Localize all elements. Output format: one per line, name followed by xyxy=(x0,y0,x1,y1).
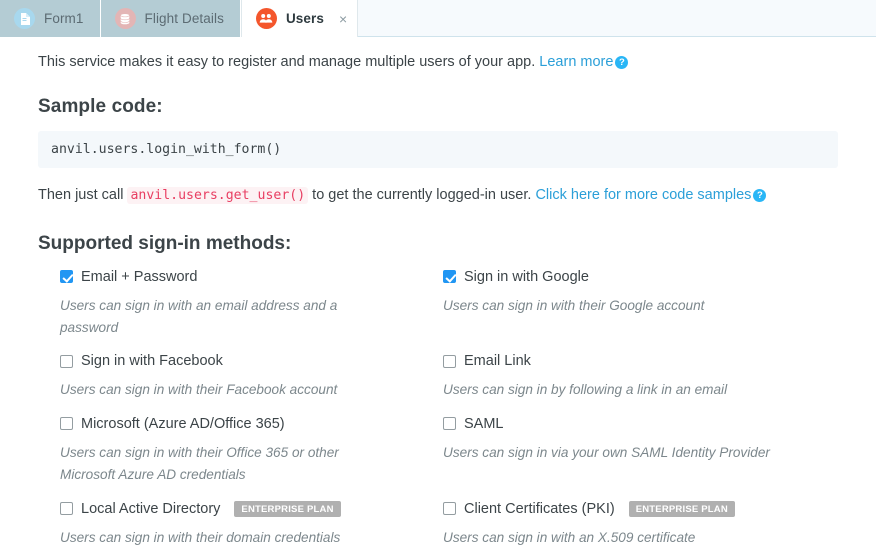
method-description: Users can sign in via your own SAML Iden… xyxy=(443,444,770,460)
then-prefix: Then just call xyxy=(38,186,124,203)
method-label: Local Active Directory xyxy=(81,500,221,517)
method-description: Users can sign in with an email address … xyxy=(60,297,338,335)
method-facebook: Sign in with Facebook Users can sign in … xyxy=(60,349,443,411)
method-header: Sign in with Google xyxy=(443,265,838,289)
method-label: Client Certificates (PKI) xyxy=(464,500,615,517)
help-icon[interactable]: ? xyxy=(615,56,629,70)
method-microsoft: Microsoft (Azure AD/Office 365) Users ca… xyxy=(60,412,443,497)
users-service-panel: This service makes it easy to register a… xyxy=(0,37,876,548)
tab-label: Users xyxy=(285,11,324,26)
inline-code-get-user: anvil.users.get_user() xyxy=(127,186,309,204)
intro-text: This service makes it easy to register a… xyxy=(38,52,838,74)
checkbox-email-password[interactable] xyxy=(60,270,73,283)
more-code-samples-link[interactable]: Click here for more code samples xyxy=(535,187,751,203)
method-label: Email Link xyxy=(464,353,531,370)
method-header: Email Link xyxy=(443,349,838,373)
method-description: Users can sign in with their domain cred… xyxy=(60,529,341,545)
method-description: Users can sign in with an X.509 certific… xyxy=(443,529,696,545)
method-description: Users can sign in with their Facebook ac… xyxy=(60,382,338,398)
tab-bar: Form1 Flight Details Users × xyxy=(0,0,876,37)
supported-methods-title: Supported sign-in methods: xyxy=(38,232,292,254)
help-icon[interactable]: ? xyxy=(753,189,767,202)
intro-sentence: This service makes it easy to register a… xyxy=(38,54,536,70)
checkbox-facebook[interactable] xyxy=(60,354,73,368)
users-icon xyxy=(255,8,277,29)
tab-label: Flight Details xyxy=(144,11,224,26)
method-description: Users can sign in by following a link in… xyxy=(443,382,728,398)
checkbox-saml[interactable] xyxy=(443,417,456,431)
method-email-password: Email + Password Users can sign in with … xyxy=(60,265,443,350)
tab-bar-filler xyxy=(358,0,876,36)
checkbox-client-certificates[interactable] xyxy=(443,502,456,516)
method-header: Local Active Directory Enterprise Plan xyxy=(60,497,443,521)
method-local-active-directory: Local Active Directory Enterprise Plan U… xyxy=(60,497,443,548)
method-description: Users can sign in with their Office 365 … xyxy=(60,444,339,483)
checkbox-local-active-directory[interactable] xyxy=(60,502,73,516)
tab-label: Form1 xyxy=(44,11,84,26)
sample-code-title: Sample code: xyxy=(38,95,163,117)
method-header: Microsoft (Azure AD/Office 365) xyxy=(60,412,443,436)
method-label: Sign in with Facebook xyxy=(81,353,223,370)
method-description: Users can sign in with their Google acco… xyxy=(443,297,705,313)
then-just-call-text: Then just call anvil.users.get_user() to… xyxy=(38,185,838,207)
learn-more-link[interactable]: Learn more xyxy=(539,54,613,70)
method-google: Sign in with Google Users can sign in wi… xyxy=(443,265,838,350)
then-middle: to get the currently logged-in user. xyxy=(312,186,532,203)
method-header: SAML xyxy=(443,412,838,436)
close-icon[interactable]: × xyxy=(339,12,347,26)
method-label: Sign in with Google xyxy=(464,268,589,285)
method-label: SAML xyxy=(464,415,504,432)
sign-in-methods-grid: Email + Password Users can sign in with … xyxy=(38,265,838,548)
method-label: Microsoft (Azure AD/Office 365) xyxy=(81,415,285,432)
document-icon xyxy=(14,8,35,29)
database-icon xyxy=(114,8,136,29)
sample-code-block: anvil.users.login_with_form() xyxy=(38,130,838,168)
tab-users[interactable]: Users × xyxy=(240,0,359,37)
enterprise-plan-badge: Enterprise Plan xyxy=(234,500,341,517)
checkbox-google[interactable] xyxy=(443,270,456,283)
checkbox-microsoft[interactable] xyxy=(60,417,73,431)
method-label: Email + Password xyxy=(81,268,198,285)
method-client-certificates: Client Certificates (PKI) Enterprise Pla… xyxy=(443,497,838,548)
method-header: Email + Password xyxy=(60,265,443,289)
tab-flight-details[interactable]: Flight Details xyxy=(100,0,241,37)
tab-form1[interactable]: Form1 xyxy=(0,0,101,37)
method-email-link: Email Link Users can sign in by followin… xyxy=(443,349,838,411)
method-header: Client Certificates (PKI) Enterprise Pla… xyxy=(443,497,838,521)
enterprise-plan-badge: Enterprise Plan xyxy=(628,500,735,517)
method-header: Sign in with Facebook xyxy=(60,349,443,373)
method-saml: SAML Users can sign in via your own SAML… xyxy=(443,412,838,497)
checkbox-email-link[interactable] xyxy=(443,354,456,368)
